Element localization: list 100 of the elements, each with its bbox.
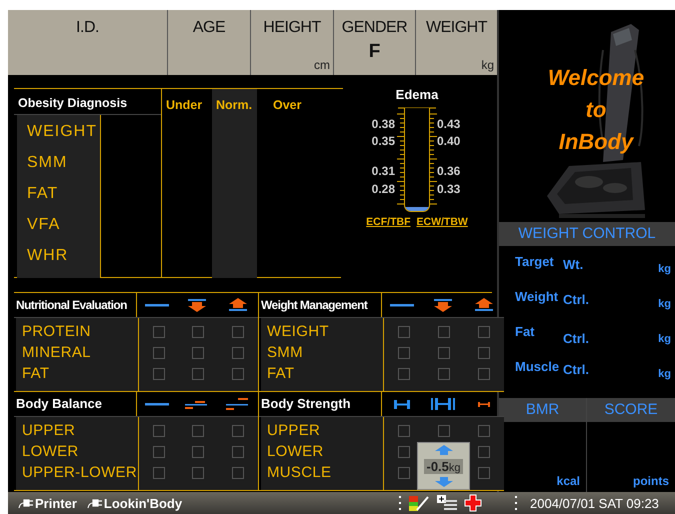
checkbox[interactable] xyxy=(192,347,204,359)
unit-label: kg xyxy=(657,332,671,345)
welcome-text: InBody xyxy=(558,128,634,156)
scale-label: 0.35 xyxy=(372,134,395,148)
plug-icon xyxy=(18,497,34,509)
checkbox[interactable] xyxy=(438,368,450,380)
section-title: Body Balance xyxy=(14,392,137,416)
checkbox[interactable] xyxy=(398,347,410,359)
checkbox[interactable] xyxy=(478,425,490,437)
unit-label: points xyxy=(632,474,670,490)
unit-label: kg xyxy=(657,262,671,275)
row-label: UPPER-LOWER xyxy=(22,464,138,483)
gauge-title: Edema xyxy=(396,87,438,102)
welcome-text: to xyxy=(586,96,606,124)
checkbox[interactable] xyxy=(232,425,244,437)
unit-label: kg xyxy=(657,367,671,380)
checkbox[interactable] xyxy=(478,467,490,479)
column-header: WEIGHT xyxy=(426,19,487,37)
checkbox[interactable] xyxy=(152,326,165,338)
row-label: Muscle xyxy=(515,359,560,374)
checkbox[interactable] xyxy=(398,326,410,338)
checkbox[interactable] xyxy=(152,368,165,380)
up-arrow-icon xyxy=(434,445,452,455)
row-label: Weight xyxy=(515,289,560,304)
row-label: UPPER xyxy=(22,422,76,441)
section-header: SCORE xyxy=(587,398,675,422)
checkbox[interactable] xyxy=(398,425,410,437)
pen-icon xyxy=(408,494,430,512)
checkbox[interactable] xyxy=(192,368,204,380)
column-header: AGE xyxy=(192,19,226,37)
checkbox[interactable] xyxy=(398,368,410,380)
column-header: Norm. xyxy=(216,98,254,112)
checkbox[interactable] xyxy=(152,347,165,359)
row-label: LOWER xyxy=(22,443,80,462)
checkbox[interactable] xyxy=(478,347,490,359)
value-text: -0.5 xyxy=(426,458,449,474)
unit-label: kcal xyxy=(556,474,581,490)
section-title: Body Strength xyxy=(259,392,382,416)
checkbox[interactable] xyxy=(232,368,244,380)
row-label: WHR xyxy=(26,247,70,266)
checkbox[interactable] xyxy=(152,467,165,479)
checkbox[interactable] xyxy=(398,467,410,479)
row-label: UPPER xyxy=(267,422,322,441)
plug-icon xyxy=(86,497,103,509)
checkbox[interactable] xyxy=(152,425,165,437)
section-header: WEIGHT CONTROL xyxy=(499,222,675,246)
checkbox[interactable] xyxy=(438,326,450,338)
column-header: Over xyxy=(272,98,302,112)
row-label: SMM xyxy=(267,344,304,363)
column-header: HEIGHT xyxy=(263,19,321,37)
checkbox[interactable] xyxy=(192,446,204,458)
column-header: I.D. xyxy=(76,19,99,37)
row-label: Ctrl. xyxy=(563,291,590,307)
scale-label: 0.40 xyxy=(437,134,460,148)
unit-label: kg xyxy=(481,58,494,72)
row-label: Target xyxy=(515,254,555,269)
scale-label: 0.38 xyxy=(372,117,395,131)
scale-title: ECF/TBF xyxy=(366,216,410,228)
checkbox[interactable] xyxy=(478,368,490,380)
unit-label: kg xyxy=(448,462,461,474)
checkbox[interactable] xyxy=(232,446,244,458)
checkbox[interactable] xyxy=(232,347,244,359)
section-title: Nutritional Evaluation xyxy=(14,293,137,317)
row-label: WEIGHT xyxy=(26,123,98,142)
unit-label: cm xyxy=(314,58,330,72)
date-time: 2004/07/01 SAT 09:23 xyxy=(530,496,659,510)
separator-icon xyxy=(514,495,518,511)
link[interactable]: Printer xyxy=(35,496,77,510)
gender-value: F xyxy=(368,41,380,63)
checkbox[interactable] xyxy=(478,446,490,458)
section-title: Weight Management xyxy=(259,293,382,317)
row-label: LOWER xyxy=(267,443,325,462)
checkbox[interactable] xyxy=(232,467,244,479)
checkbox[interactable] xyxy=(192,326,204,338)
down-arrow-icon xyxy=(434,477,452,487)
welcome-text: Welcome xyxy=(548,64,644,92)
checkbox[interactable] xyxy=(438,425,450,437)
section-header: BMR xyxy=(499,398,586,422)
checkbox[interactable] xyxy=(438,347,450,359)
scale-title: ECW/TBW xyxy=(416,216,468,228)
scale-label: 0.33 xyxy=(437,182,460,196)
row-label: VFA xyxy=(26,216,62,235)
medical-cross-icon xyxy=(464,494,482,512)
row-label: Ctrl. xyxy=(563,361,590,377)
checkbox[interactable] xyxy=(398,446,410,458)
checkbox[interactable] xyxy=(152,446,165,458)
link[interactable]: Lookin'Body xyxy=(104,496,182,510)
column-header: GENDER xyxy=(342,19,408,37)
checkbox[interactable] xyxy=(478,326,490,338)
row-label: MINERAL xyxy=(22,344,92,363)
scale-label: 0.31 xyxy=(372,164,395,178)
checkbox[interactable] xyxy=(192,467,204,479)
scale-label: 0.28 xyxy=(372,182,395,196)
list-icon xyxy=(436,494,458,512)
checkbox[interactable] xyxy=(192,425,204,437)
row-label: Wt. xyxy=(563,256,584,272)
checkbox[interactable] xyxy=(232,326,244,338)
row-label: FAT xyxy=(22,365,50,384)
row-label: SMM xyxy=(26,154,68,173)
scale-label: 0.36 xyxy=(437,164,460,178)
